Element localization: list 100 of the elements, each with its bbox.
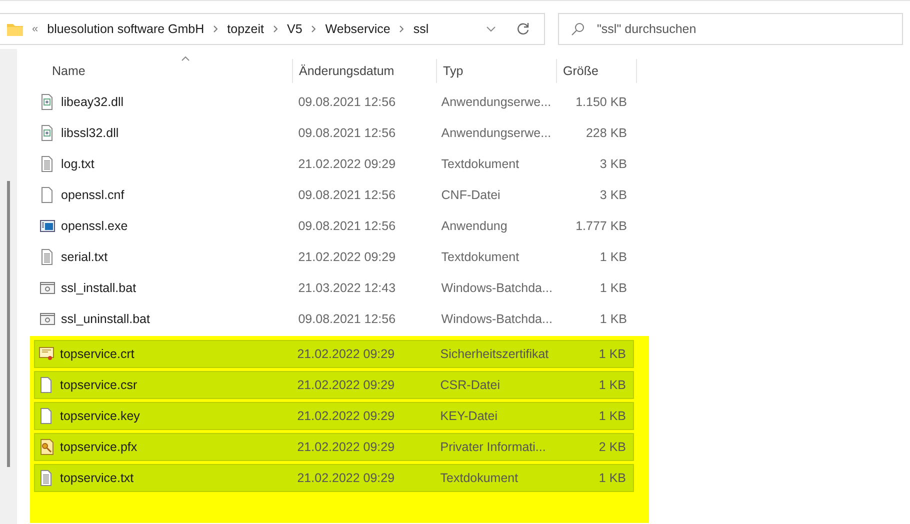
table-cell-text: 09.08.2021 12:56 xyxy=(297,95,397,109)
file-row[interactable]: topservice.txt 21.02.2022 09:29 Textdokument 1 KB xyxy=(34,464,634,492)
file-name: log.txt xyxy=(61,157,94,171)
file-name: openssl.cnf xyxy=(61,188,124,202)
table-cell-text: 1 KB xyxy=(598,378,627,392)
file-row[interactable]: openssl.exe 09.08.2021 12:56 Anwendung 1.777 KB xyxy=(35,212,635,240)
scrollbar[interactable] xyxy=(7,181,10,467)
file-name: topservice.csr xyxy=(60,378,138,392)
overflow-chevron[interactable]: « xyxy=(32,23,38,35)
settings-file-icon xyxy=(40,125,55,141)
table-cell-text: 1.150 KB xyxy=(574,95,628,109)
file-row[interactable]: openssl.cnf 09.08.2021 12:56 CNF-Datei 3 KB xyxy=(35,181,635,209)
table-cell-text: Textdokument xyxy=(440,250,520,264)
chevron-right-icon xyxy=(273,25,278,33)
file-row[interactable]: topservice.crt 21.02.2022 09:29 Sicherheitszertifikat 1 KB xyxy=(34,340,634,368)
breadcrumb-item[interactable]: bluesolution software GmbH xyxy=(47,22,204,36)
table-cell-text: 21.03.2022 12:43 xyxy=(297,281,397,295)
table-cell-text: 1 KB xyxy=(598,312,628,326)
chevron-right-icon xyxy=(311,25,316,33)
file-icon xyxy=(40,187,55,203)
table-cell-text: 21.02.2022 09:29 xyxy=(296,378,396,392)
file-row[interactable]: serial.txt 21.02.2022 09:29 Textdokument 1 KB xyxy=(35,243,635,271)
text-file-icon xyxy=(40,249,55,265)
table-cell-text: 1.777 KB xyxy=(574,219,628,233)
file-row[interactable]: ssl_install.bat 21.03.2022 12:43 Windows-Batchda... 1 KB xyxy=(35,274,635,302)
table-cell-text: 1 KB xyxy=(598,250,628,264)
table-cell-text: 09.08.2021 12:56 xyxy=(297,188,397,202)
table-cell-text: CNF-Datei xyxy=(440,188,502,202)
table-cell-text: Windows-Batchda... xyxy=(440,281,554,295)
file-name: topservice.pfx xyxy=(60,440,138,454)
window-gear-icon xyxy=(40,280,55,296)
table-cell-text: 3 KB xyxy=(598,188,628,202)
file-row[interactable]: libeay32.dll 09.08.2021 12:56 Anwendungserwe... 1.150 KB xyxy=(35,88,635,116)
file-name: libssl32.dll xyxy=(61,126,119,140)
table-cell-text: 3 KB xyxy=(598,157,628,171)
file-row[interactable]: ssl_uninstall.bat 09.08.2021 12:56 Windows-Batchda... 1 KB xyxy=(35,305,635,333)
table-cell-text: 1 KB xyxy=(598,409,627,423)
table-cell-text: Anwendung xyxy=(440,219,508,233)
column-header[interactable]: Änderungsdatum xyxy=(293,59,437,83)
settings-file-icon xyxy=(40,94,55,110)
breadcrumb-item[interactable]: ssl xyxy=(413,22,429,36)
text-file-icon xyxy=(40,156,55,172)
file-name: ssl_uninstall.bat xyxy=(61,312,150,326)
file-name: topservice.key xyxy=(60,409,140,423)
file-name: topservice.crt xyxy=(60,347,134,361)
file-row[interactable]: libssl32.dll 09.08.2021 12:56 Anwendungserwe... 228 KB xyxy=(35,119,635,147)
chevron-right-icon xyxy=(399,25,404,33)
table-cell-text: 21.02.2022 09:29 xyxy=(297,157,397,171)
file-name: ssl_install.bat xyxy=(61,281,136,295)
folder-icon xyxy=(6,22,24,36)
file-row[interactable]: topservice.csr 21.02.2022 09:29 CSR-Datei 1 KB xyxy=(34,371,634,399)
search-icon xyxy=(571,22,585,36)
table-cell-text: KEY-Datei xyxy=(439,409,498,423)
breadcrumb-item[interactable]: V5 xyxy=(287,22,302,36)
breadcrumb-item[interactable]: topzeit xyxy=(227,22,264,36)
table-cell-text: Windows-Batchda... xyxy=(440,312,554,326)
column-header[interactable]: Größe xyxy=(557,59,637,83)
file-name: serial.txt xyxy=(61,250,108,264)
table-cell-text: 21.02.2022 09:29 xyxy=(296,409,396,423)
window-gear-icon xyxy=(40,311,55,327)
table-cell-text: 09.08.2021 12:56 xyxy=(297,312,397,326)
file-name: openssl.exe xyxy=(61,219,128,233)
table-cell-text: Anwendungserwe... xyxy=(440,95,552,109)
table-cell-text: Textdokument xyxy=(440,157,520,171)
table-cell-text: 21.02.2022 09:29 xyxy=(296,347,396,361)
text-file-icon xyxy=(39,470,54,486)
table-cell-text: 21.02.2022 09:29 xyxy=(297,250,397,264)
table-cell-text: 09.08.2021 12:56 xyxy=(297,126,397,140)
certificate-icon xyxy=(39,346,54,362)
sort-caret-icon xyxy=(181,56,190,61)
window-icon xyxy=(40,218,55,234)
table-cell-text: Privater Informati... xyxy=(439,440,547,454)
file-icon xyxy=(39,377,54,393)
table-cell-text: Anwendungserwe... xyxy=(440,126,552,140)
file-row[interactable]: topservice.key 21.02.2022 09:29 KEY-Datei 1 KB xyxy=(34,402,634,430)
table-cell-text: 1 KB xyxy=(598,347,627,361)
column-header[interactable]: Typ xyxy=(437,59,557,83)
table-cell-text: 1 KB xyxy=(598,281,628,295)
table-cell-text: 1 KB xyxy=(598,471,627,485)
address-bar[interactable]: « bluesolution software GmbH topzeit V5 Webservice ssl xyxy=(0,13,545,45)
file-row[interactable]: log.txt 21.02.2022 09:29 Textdokument 3 KB xyxy=(35,150,635,178)
file-name: topservice.txt xyxy=(60,471,134,485)
table-cell-text: Sicherheitszertifikat xyxy=(439,347,550,361)
table-cell-text: 228 KB xyxy=(584,126,628,140)
table-cell-text: 2 KB xyxy=(598,440,627,454)
table-cell-text: 09.08.2021 12:56 xyxy=(297,219,397,233)
breadcrumb-item[interactable]: Webservice xyxy=(325,22,390,36)
chevron-right-icon xyxy=(213,25,218,33)
search-field[interactable]: "ssl" durchsuchen xyxy=(558,13,903,45)
chevron-down-icon[interactable] xyxy=(486,26,496,32)
table-cell-text: 21.02.2022 09:29 xyxy=(296,440,396,454)
file-name: libeay32.dll xyxy=(61,95,124,109)
key-file-icon xyxy=(39,439,54,455)
file-icon xyxy=(39,408,54,424)
file-row[interactable]: topservice.pfx 21.02.2022 09:29 Privater Informati... 2 KB xyxy=(34,433,634,461)
table-cell-text: Textdokument xyxy=(439,471,520,485)
table-cell-text: 21.02.2022 09:29 xyxy=(296,471,396,485)
refresh-icon[interactable] xyxy=(516,22,530,36)
column-header[interactable]: Name xyxy=(35,59,293,83)
table-cell-text: CSR-Datei xyxy=(439,378,502,392)
